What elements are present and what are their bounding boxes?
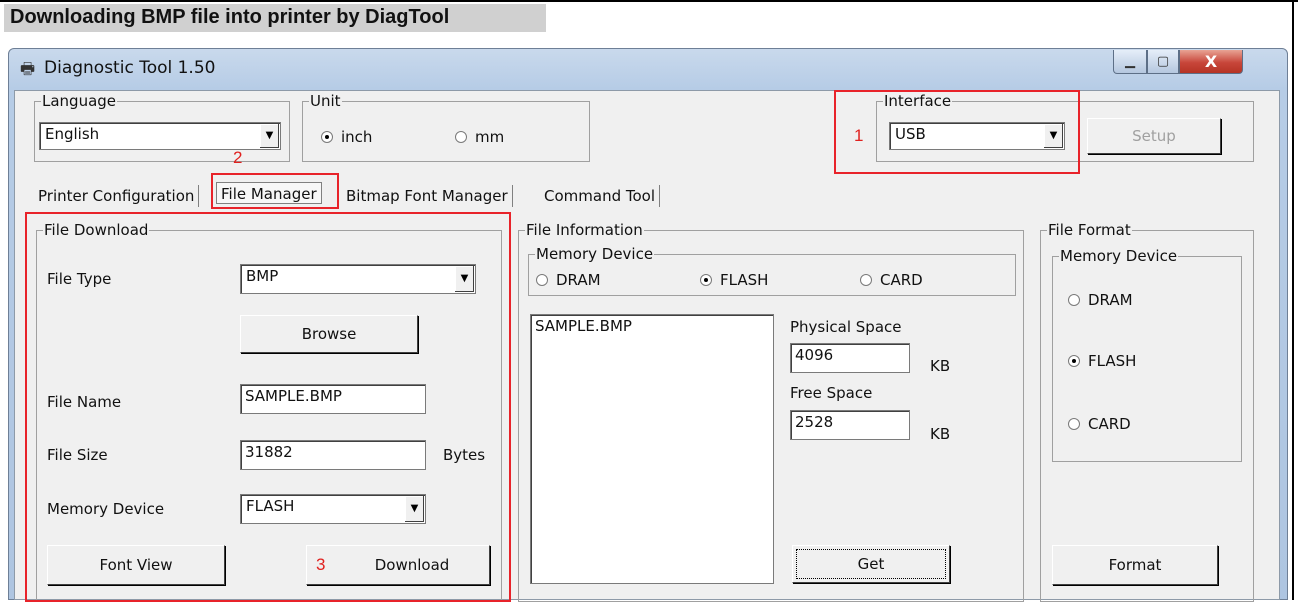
tab-printer-configuration[interactable]: Printer Configuration [34, 185, 200, 207]
setup-button[interactable]: Setup [1087, 118, 1221, 154]
format-option-label: FLASH [1088, 352, 1137, 370]
language-legend: Language [41, 92, 118, 110]
annotation-box-interface [834, 90, 1080, 174]
info-option-label: DRAM [556, 271, 601, 289]
format-radio-flash[interactable]: FLASH [1068, 352, 1136, 370]
physical-space-unit: KB [930, 357, 951, 375]
info-radio-flash[interactable]: FLASH [700, 271, 768, 289]
format-button[interactable]: Format [1052, 545, 1218, 585]
unit-radio-mm[interactable]: mm [455, 128, 504, 146]
physical-space-field[interactable]: 4096 [790, 343, 910, 373]
language-value: English [45, 125, 100, 143]
radio-selected-icon [1068, 355, 1080, 367]
radio-unselected-icon [860, 274, 872, 286]
format-memory-device-legend: Memory Device [1059, 247, 1179, 265]
page-heading: Downloading BMP file into printer by Dia… [4, 4, 546, 32]
printer-icon: 🖶 [20, 59, 36, 78]
free-space-label: Free Space [790, 384, 873, 402]
annotation-number-2: 2 [233, 148, 243, 167]
language-select[interactable]: English ▼ [39, 122, 281, 150]
format-radio-dram[interactable]: DRAM [1068, 291, 1133, 309]
annotation-box-file-manager-tab [211, 173, 339, 209]
minimize-button[interactable]: ▁ [1113, 50, 1147, 74]
file-list[interactable]: SAMPLE.BMP [530, 314, 774, 584]
radio-selected-icon [321, 131, 333, 143]
info-radio-dram[interactable]: DRAM [536, 271, 601, 289]
physical-space-label: Physical Space [790, 318, 902, 336]
free-space-field[interactable]: 2528 [790, 410, 910, 440]
info-option-label: CARD [880, 271, 923, 289]
tab-command-tool[interactable]: Command Tool [540, 185, 660, 207]
free-space-unit: KB [930, 425, 951, 443]
radio-unselected-icon [1068, 418, 1080, 430]
list-item[interactable]: SAMPLE.BMP [535, 317, 769, 335]
language-group: Language English ▼ [34, 92, 290, 162]
info-option-label: FLASH [720, 271, 769, 289]
radio-unselected-icon [1068, 294, 1080, 306]
maximize-icon: ▢ [1156, 54, 1170, 69]
window-title: Diagnostic Tool 1.50 [44, 58, 216, 78]
radio-selected-icon [700, 274, 712, 286]
radio-unselected-icon [536, 274, 548, 286]
chevron-down-icon[interactable]: ▼ [259, 124, 279, 148]
format-option-label: CARD [1088, 415, 1131, 433]
tab-bitmap-font-manager[interactable]: Bitmap Font Manager [342, 185, 513, 207]
format-radio-card[interactable]: CARD [1068, 415, 1131, 433]
file-format-legend: File Format [1047, 221, 1132, 239]
annotation-box-file-download [25, 212, 511, 602]
unit-radio-inch[interactable]: inch [321, 128, 372, 146]
page-border-top [0, 0, 1298, 2]
unit-legend: Unit [309, 92, 342, 110]
minimize-icon: ▁ [1125, 54, 1135, 69]
close-button[interactable]: X [1179, 50, 1243, 74]
maximize-button[interactable]: ▢ [1147, 50, 1179, 74]
info-radio-card[interactable]: CARD [860, 271, 923, 289]
annotation-number-3: 3 [316, 555, 326, 574]
file-information-legend: File Information [525, 221, 644, 239]
close-icon: X [1204, 52, 1218, 71]
unit-group: Unit inch mm [302, 92, 590, 162]
memory-device-legend: Memory Device [535, 245, 655, 263]
annotation-number-1: 1 [854, 126, 864, 145]
page-border-right [1292, 0, 1294, 600]
unit-option-label: mm [475, 128, 505, 146]
get-button[interactable]: Get [792, 545, 950, 583]
radio-unselected-icon [455, 131, 467, 143]
memory-device-group: Memory Device [528, 245, 1016, 296]
unit-option-label: inch [341, 128, 373, 146]
format-option-label: DRAM [1088, 291, 1133, 309]
